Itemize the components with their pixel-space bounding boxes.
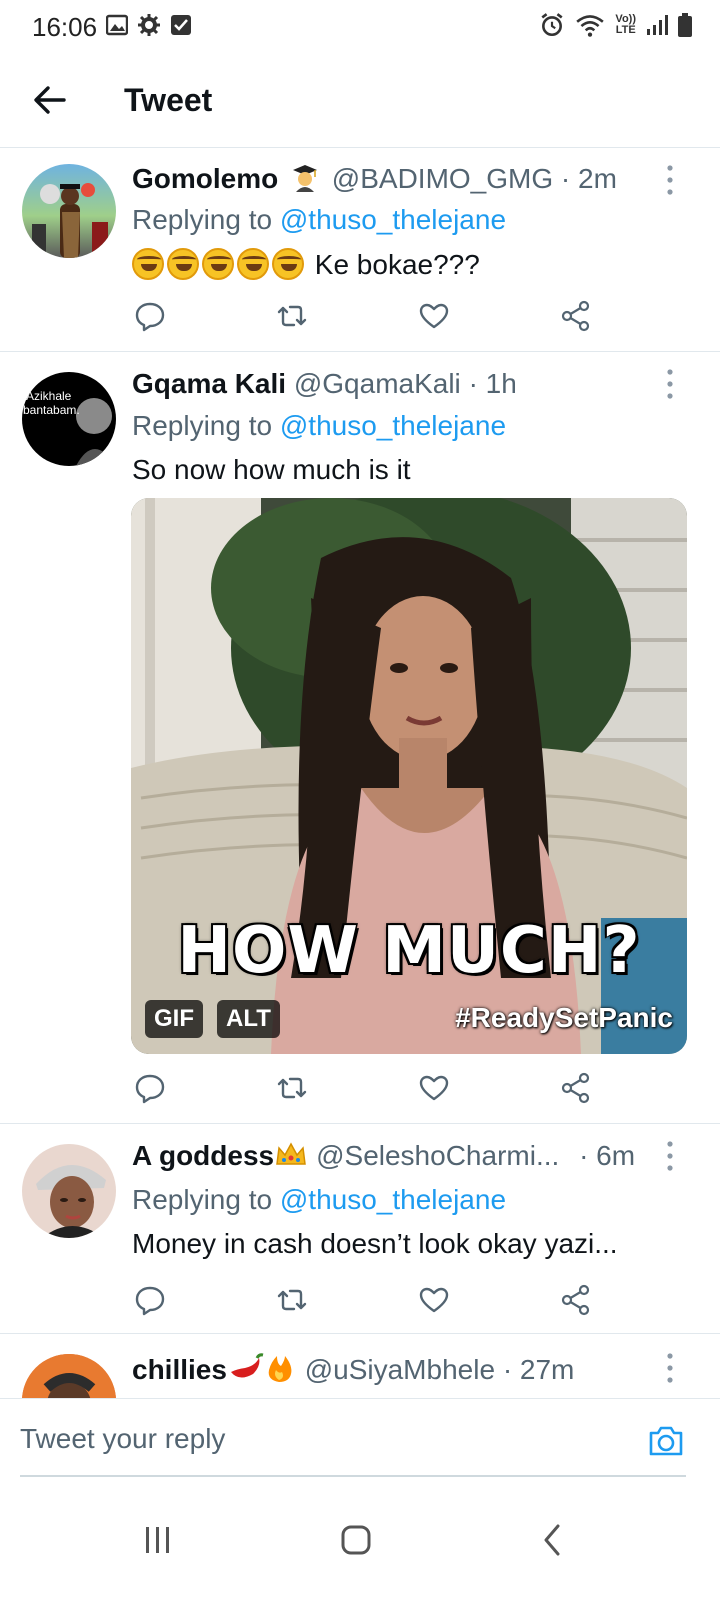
laughing-emoji (272, 248, 304, 280)
author-name[interactable]: Gqama Kali (132, 368, 286, 399)
mention-link[interactable]: @thuso_thelejane (280, 410, 506, 441)
system-nav-bar (0, 1480, 720, 1600)
laughing-emoji (167, 248, 199, 280)
recent-apps-icon[interactable] (128, 1510, 188, 1570)
author-name[interactable]: A goddess (132, 1140, 274, 1171)
more-options-icon[interactable] (660, 366, 680, 402)
tweet-reply[interactable]: Gomolemo @BADIMO_GMG · 2m Replying to @t… (0, 150, 720, 352)
signal-icon (647, 15, 668, 35)
alt-badge[interactable]: ALT (217, 1000, 280, 1038)
like-icon[interactable] (416, 298, 452, 334)
wifi-icon (576, 15, 605, 37)
replying-to: Replying to @thuso_thelejane (132, 1184, 507, 1215)
home-icon[interactable] (326, 1510, 386, 1570)
laughing-emoji (202, 248, 234, 280)
avatar-image (36, 1164, 106, 1238)
mention-link[interactable]: @thuso_thelejane (280, 1184, 506, 1215)
gallery-icon (106, 14, 128, 36)
page-title: Tweet (124, 82, 213, 118)
author-name[interactable]: chillies (132, 1354, 227, 1385)
top-app-bar: Tweet (0, 52, 720, 148)
tweet-time: · 1h (468, 368, 517, 399)
reply-icon[interactable] (132, 298, 168, 334)
author-handle[interactable]: @GqamaKali (294, 368, 461, 399)
reply-composer (0, 1398, 720, 1478)
gif-hashtag: #ReadySetPanic (455, 1002, 673, 1033)
tweet-text: Ke bokae??? (132, 248, 480, 281)
avatar[interactable] (22, 1144, 116, 1238)
avatar[interactable] (22, 164, 116, 258)
reply-icon[interactable] (132, 1070, 168, 1106)
checkbox-icon (171, 15, 191, 35)
settings-icon (138, 14, 160, 36)
tweet-reply[interactable]: chillies @uSiyaMbhele · 27m (0, 1334, 720, 1400)
replying-to: Replying to @thuso_thelejane (132, 204, 507, 235)
avatar[interactable]: Azikhale bantabam. (22, 372, 116, 466)
author-handle[interactable]: @BADIMO_GMG (332, 163, 553, 194)
tweet-time: · 6m (579, 1140, 636, 1171)
author-handle[interactable]: @uSiyaMbhele (305, 1354, 495, 1385)
camera-icon[interactable] (646, 1421, 686, 1461)
gif-caption: HOW MUCH? (177, 914, 641, 988)
retweet-icon[interactable] (274, 1282, 310, 1318)
tweet-text: Money in cash doesn’t look okay yazi... (132, 1228, 618, 1259)
more-options-icon[interactable] (660, 162, 680, 198)
avatar-caption-2: bantabam. (23, 403, 80, 417)
battery-icon (678, 13, 692, 37)
share-icon[interactable] (558, 298, 594, 334)
chili-fire-emoji (227, 1352, 297, 1384)
retweet-icon[interactable] (274, 298, 310, 334)
laughing-emoji (132, 248, 164, 280)
back-arrow-icon[interactable] (28, 78, 72, 122)
status-bar: 16:06 Vo)) LTE (0, 0, 720, 52)
reply-input[interactable] (20, 1419, 620, 1459)
avatar[interactable] (22, 1354, 116, 1400)
share-icon[interactable] (558, 1282, 594, 1318)
avatar-graduate-image (32, 183, 108, 258)
crown-emoji (274, 1140, 308, 1168)
tweet-reply[interactable]: A goddess @SeleshoCharmi... · 6m Replyin… (0, 1124, 720, 1334)
tweet-time: · 27m (502, 1354, 575, 1385)
volte-indicator: Vo)) LTE (615, 13, 636, 36)
tweet-actions (132, 1070, 602, 1106)
retweet-icon[interactable] (274, 1070, 310, 1106)
author-handle[interactable]: @SeleshoCharmi... (316, 1140, 559, 1171)
reply-icon[interactable] (132, 1282, 168, 1318)
avatar-caption-1: Azikhale (26, 389, 72, 403)
more-options-icon[interactable] (660, 1350, 680, 1386)
like-icon[interactable] (416, 1070, 452, 1106)
laughing-emoji (237, 248, 269, 280)
alarm-icon (541, 13, 563, 37)
replying-to: Replying to @thuso_thelejane (132, 410, 507, 441)
tweet-text: So now how much is it (132, 454, 411, 485)
author-name[interactable]: Gomolemo (132, 163, 278, 194)
tweet-time: · 2m (560, 163, 617, 194)
mention-link[interactable]: @thuso_thelejane (280, 204, 506, 235)
avatar-image: Azikhale bantabam. (23, 389, 116, 466)
tweet-actions (132, 1282, 602, 1318)
like-icon[interactable] (416, 1282, 452, 1318)
more-options-icon[interactable] (660, 1138, 680, 1174)
gif-badge: GIF (145, 1000, 203, 1038)
tweet-actions (132, 298, 602, 334)
share-icon[interactable] (558, 1070, 594, 1106)
input-underline (20, 1475, 686, 1477)
avatar-image (22, 1354, 116, 1400)
gif-media[interactable]: HOW MUCH? GIF ALT #ReadySetPanic (131, 498, 687, 1054)
graduate-emoji (290, 162, 320, 192)
status-time: 16:06 (32, 12, 98, 42)
back-icon[interactable] (522, 1510, 582, 1570)
